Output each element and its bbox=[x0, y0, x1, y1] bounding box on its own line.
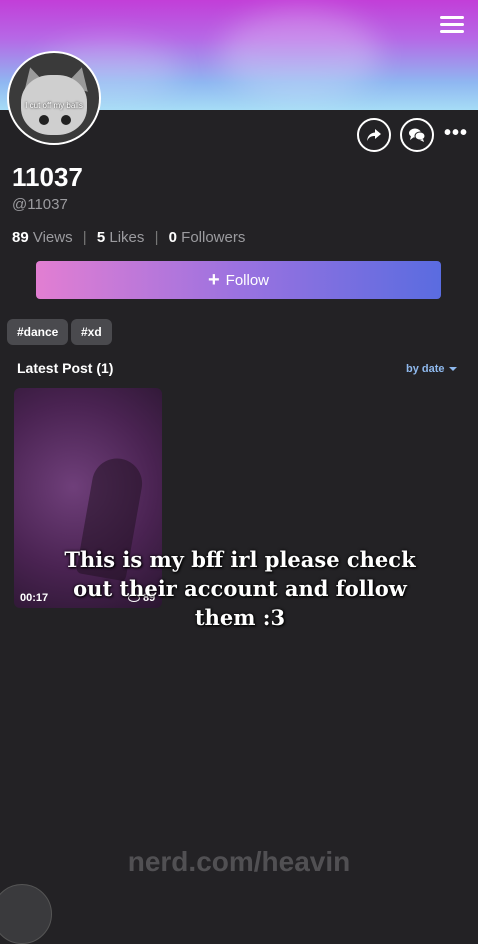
profile-name: 11037 bbox=[12, 162, 83, 192]
video-duration: 00:17 bbox=[20, 592, 49, 604]
profile-handle: @11037 bbox=[12, 196, 68, 213]
follow-button-label: Follow bbox=[225, 271, 270, 289]
avatar-caption: I cut off my balls bbox=[25, 101, 83, 110]
avatar[interactable]: I cut off my balls bbox=[7, 51, 101, 145]
chat-bubbles-icon bbox=[409, 128, 426, 142]
likes-count: 5 bbox=[96, 229, 106, 246]
chevron-down-icon bbox=[448, 367, 457, 372]
plus-icon: + bbox=[207, 269, 220, 291]
tag-xd[interactable]: #xd bbox=[71, 319, 112, 345]
overlay-caption: This is my bff irl please check out thei… bbox=[64, 547, 416, 630]
followers-label: Followers bbox=[181, 229, 246, 246]
follow-button[interactable]: + Follow bbox=[36, 261, 441, 299]
views-label: Views bbox=[32, 229, 73, 246]
latest-post-title: Latest Post (1) bbox=[17, 360, 114, 376]
stats-separator: | bbox=[82, 229, 87, 246]
stats-separator: | bbox=[154, 229, 159, 246]
floating-action-button[interactable] bbox=[0, 884, 52, 944]
chat-button[interactable] bbox=[400, 118, 434, 152]
share-button[interactable] bbox=[357, 118, 391, 152]
views-count: 89 bbox=[12, 229, 29, 246]
hamburger-menu-icon[interactable] bbox=[440, 16, 464, 34]
share-arrow-icon bbox=[367, 129, 381, 141]
sort-label: by date bbox=[406, 363, 445, 375]
tag-dance[interactable]: #dance bbox=[7, 319, 69, 345]
likes-label: Likes bbox=[109, 229, 145, 246]
sort-dropdown[interactable]: by date bbox=[406, 363, 457, 375]
followers-count: 0 bbox=[168, 229, 177, 246]
watermark: nerd.com/heavin bbox=[127, 846, 351, 877]
profile-stats: 89 Views | 5 Likes | 0 Followers bbox=[12, 229, 245, 246]
more-dots-icon[interactable]: ••• bbox=[444, 123, 468, 143]
